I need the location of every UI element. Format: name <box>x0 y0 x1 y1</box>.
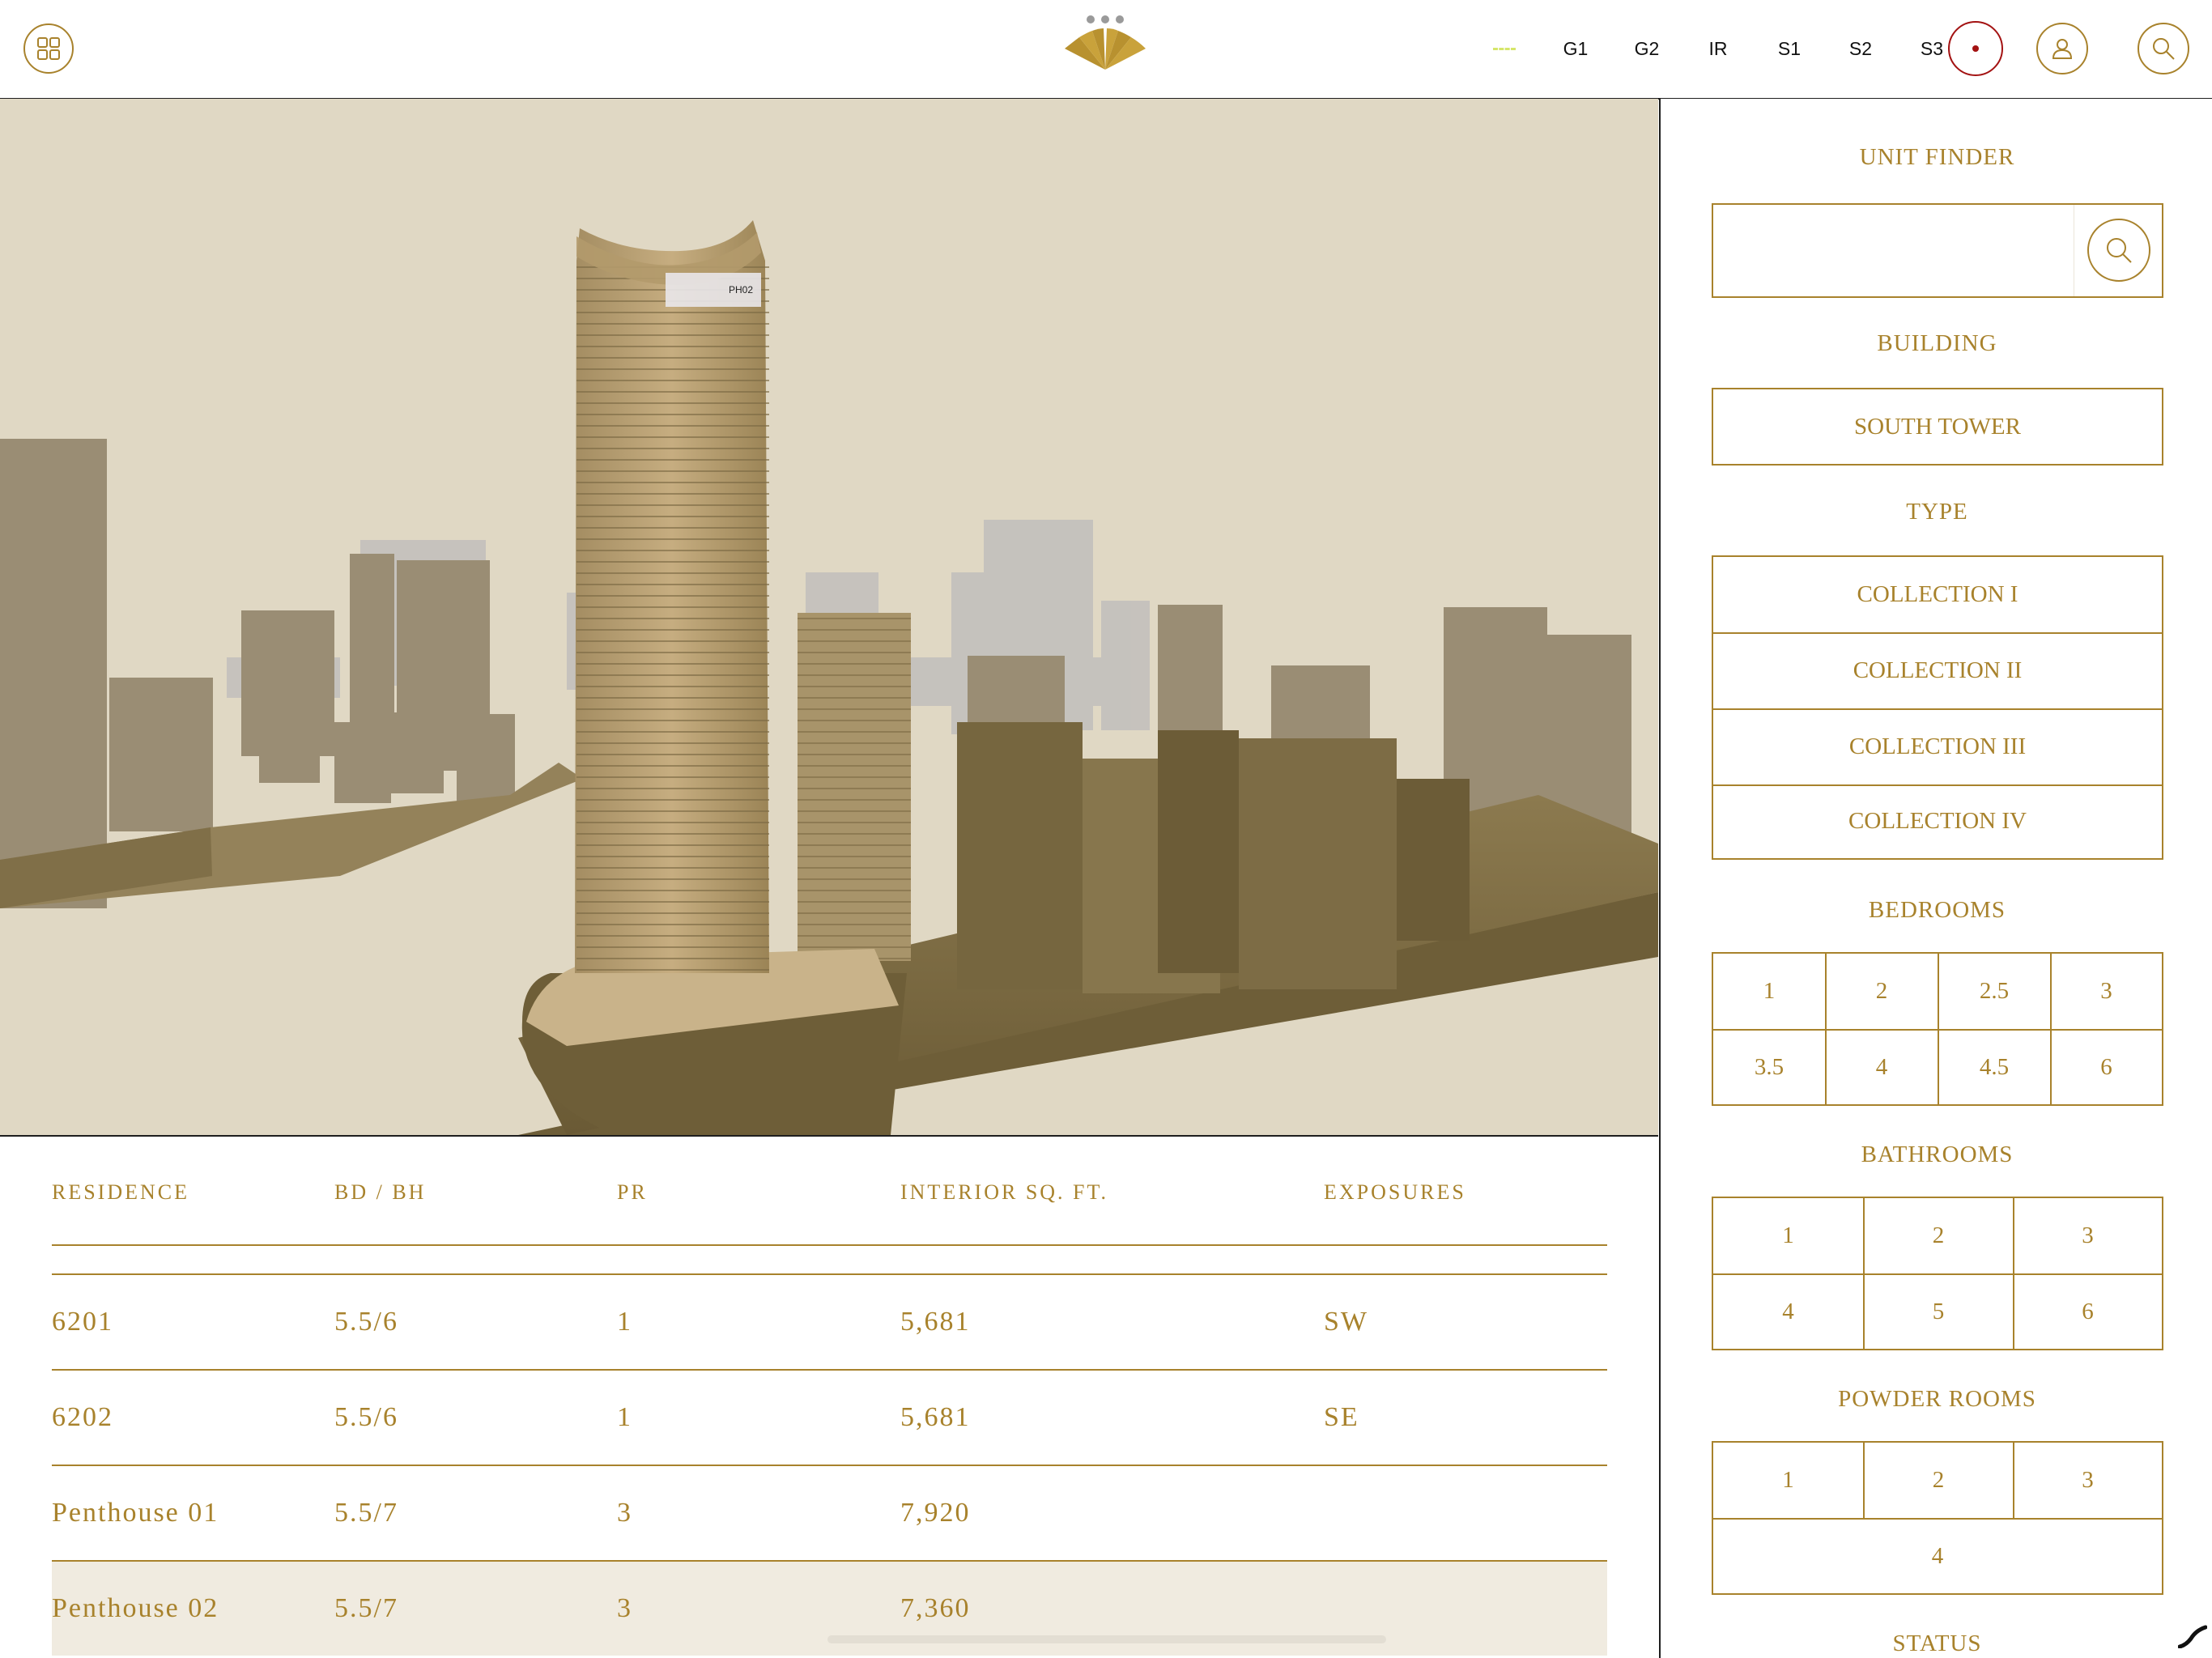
floor-selector: G1 G2 IR S1 S2 S3 <box>1482 26 1967 71</box>
cell-bd-bh: 5.5/6 <box>334 1402 398 1432</box>
record-button[interactable] <box>1948 21 2003 76</box>
unit-finder-search-button[interactable] <box>2087 219 2150 282</box>
bedroom-option[interactable]: 1 <box>1713 954 1825 1029</box>
bedroom-option[interactable]: 3 <box>2051 954 2162 1029</box>
cell-pr: 3 <box>617 1593 632 1623</box>
powder-room-option[interactable]: 4 <box>1713 1519 2162 1593</box>
table-row[interactable]: 6201 5.5/6 1 5,681 SW <box>52 1275 1607 1369</box>
account-button[interactable] <box>2036 23 2088 74</box>
bathrooms-title: BATHROOMS <box>1861 1141 2014 1167</box>
cell-bd-bh: 5.5/7 <box>334 1593 398 1623</box>
table-scrollbar[interactable] <box>827 1635 1386 1643</box>
bathroom-option[interactable]: 5 <box>1864 1274 2013 1349</box>
grid-menu-icon <box>37 37 60 60</box>
cell-exposure: SW <box>1324 1307 1368 1337</box>
floor-indicator-line <box>1493 47 1516 50</box>
bathroom-options: 1 2 3 4 5 6 <box>1712 1197 2163 1350</box>
cell-pr: 1 <box>617 1402 632 1432</box>
col-header-sqft[interactable]: INTERIOR SQ. FT. <box>900 1180 1108 1205</box>
powder-room-option[interactable]: 2 <box>1864 1443 2013 1518</box>
bedroom-option[interactable]: 3.5 <box>1713 1030 1825 1104</box>
bathroom-option[interactable]: 4 <box>1713 1274 1863 1349</box>
cell-sqft: 5,681 <box>900 1307 971 1337</box>
header-divider <box>52 1244 1607 1246</box>
status-title: STATUS <box>1892 1630 1982 1656</box>
unit-finder-field[interactable] <box>1712 203 2163 298</box>
unit-finder-title: UNIT FINDER <box>1859 144 2015 170</box>
col-header-residence[interactable]: RESIDENCE <box>52 1180 189 1205</box>
floor-ir[interactable]: IR <box>1682 38 1754 60</box>
cell-sqft: 5,681 <box>900 1402 971 1432</box>
menu-button[interactable] <box>23 23 74 74</box>
bathroom-option[interactable]: 3 <box>2014 1198 2162 1273</box>
bedrooms-title: BEDROOMS <box>1868 897 2006 923</box>
cell-sqft: 7,920 <box>900 1498 971 1528</box>
col-header-exposures[interactable]: EXPOSURES <box>1324 1180 1466 1205</box>
record-icon <box>1972 45 1979 52</box>
col-header-pr[interactable]: PR <box>617 1180 648 1205</box>
cell-exposure: SE <box>1324 1402 1359 1432</box>
bedroom-options: 1 2 2.5 3 3.5 4 4.5 6 <box>1712 952 2163 1106</box>
floor-g1[interactable]: G1 <box>1540 38 1611 60</box>
type-title: TYPE <box>1906 499 1968 525</box>
unit-tag-label: PH02 <box>729 284 753 295</box>
floor-g2[interactable]: G2 <box>1611 38 1682 60</box>
cell-pr: 3 <box>617 1498 632 1528</box>
powder-room-option[interactable]: 1 <box>1713 1443 1863 1518</box>
bedroom-option[interactable]: 6 <box>2051 1030 2162 1104</box>
cell-pr: 1 <box>617 1307 632 1337</box>
powder-rooms-title: POWDER ROOMS <box>1838 1386 2036 1412</box>
cell-bd-bh: 5.5/7 <box>334 1498 398 1528</box>
search-icon <box>2153 38 2175 60</box>
floor-s1[interactable]: S1 <box>1754 38 1825 60</box>
filter-sidebar: UNIT FINDER BUILDING SOUTH TOWER TYPE CO… <box>1659 99 2212 1658</box>
fan-logo-icon <box>1065 15 1146 70</box>
bedroom-option[interactable]: 4.5 <box>1938 1030 2050 1104</box>
bedroom-option[interactable]: 2.5 <box>1938 954 2050 1029</box>
building-option-south-tower[interactable]: SOUTH TOWER <box>1713 389 2162 464</box>
cell-residence: Penthouse 01 <box>52 1498 219 1528</box>
bathroom-option[interactable]: 6 <box>2014 1274 2162 1349</box>
building-3d-viewport[interactable]: PH02 <box>0 99 1658 1137</box>
bathroom-option[interactable]: 2 <box>1864 1198 2013 1273</box>
building-options: SOUTH TOWER <box>1712 388 2163 466</box>
table-header-row: RESIDENCE BD / BH PR INTERIOR SQ. FT. EX… <box>52 1180 1607 1205</box>
resize-handle-icon[interactable] <box>2178 1624 2207 1648</box>
search-icon <box>2107 238 2132 263</box>
powder-room-option[interactable]: 3 <box>2014 1443 2162 1518</box>
bathroom-option[interactable]: 1 <box>1713 1198 1863 1273</box>
building-title: BUILDING <box>1877 330 1997 356</box>
type-options: COLLECTION I COLLECTION II COLLECTION II… <box>1712 555 2163 860</box>
residence-table: RESIDENCE BD / BH PR INTERIOR SQ. FT. EX… <box>0 1137 1658 1658</box>
powder-room-options: 1 2 3 4 <box>1712 1441 2163 1595</box>
bedroom-option[interactable]: 4 <box>1826 1030 1938 1104</box>
global-search-button[interactable] <box>2138 23 2189 74</box>
cell-bd-bh: 5.5/6 <box>334 1307 398 1337</box>
table-row[interactable]: Penthouse 01 5.5/7 3 7,920 <box>52 1466 1607 1560</box>
cell-residence: 6201 <box>52 1307 113 1337</box>
cell-residence: Penthouse 02 <box>52 1593 219 1623</box>
type-option-collection-2[interactable]: COLLECTION II <box>1713 632 2162 708</box>
user-icon <box>2052 39 2073 59</box>
bedroom-option[interactable]: 2 <box>1826 954 1938 1029</box>
cell-residence: 6202 <box>52 1402 113 1432</box>
city-model-render: PH02 <box>0 99 1658 1135</box>
type-option-collection-3[interactable]: COLLECTION III <box>1713 708 2162 784</box>
type-option-collection-1[interactable]: COLLECTION I <box>1713 557 2162 632</box>
top-bar: G1 G2 IR S1 S2 S3 <box>0 0 2212 100</box>
col-header-bd-bh[interactable]: BD / BH <box>334 1180 426 1205</box>
type-option-collection-4[interactable]: COLLECTION IV <box>1713 784 2162 858</box>
floor-s2[interactable]: S2 <box>1825 38 1896 60</box>
table-row[interactable]: 6202 5.5/6 1 5,681 SE <box>52 1371 1607 1465</box>
